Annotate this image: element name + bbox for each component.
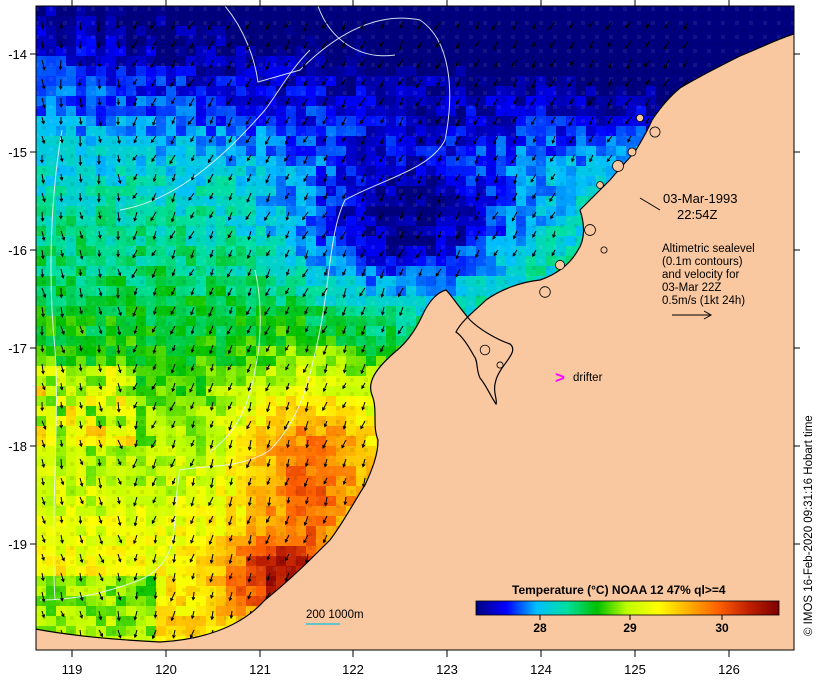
x-tick-label: 120	[155, 662, 177, 677]
depth-scale-label: 200 1000m	[306, 609, 364, 621]
x-tick-label: 119	[62, 662, 83, 677]
x-tick-label: 126	[718, 662, 740, 677]
plot-area	[36, 6, 794, 650]
drifter-marker-icon: >	[555, 368, 565, 387]
time-label: 22:54Z	[677, 207, 718, 222]
x-tick-label: 124	[530, 662, 552, 677]
y-tick-label: -18	[8, 439, 27, 454]
x-tick-label: 123	[436, 662, 458, 677]
colorbar-tick-label: 29	[623, 621, 637, 635]
y-tick-label: -17	[8, 341, 27, 356]
colorbar-title: Temperature (°C) NOAA 12 47% ql>=4	[512, 583, 726, 597]
legend-line: and velocity for	[662, 269, 740, 281]
colorbar-tick-label: 30	[715, 621, 729, 635]
date-label: 03-Mar-1993	[663, 191, 737, 206]
legend-line: (0.1m contours)	[662, 256, 743, 268]
y-tick-label: -16	[8, 243, 27, 258]
colorbar-tick-label: 28	[533, 621, 547, 635]
x-tick-label: 121	[249, 662, 271, 677]
colorbar-gradient	[475, 600, 780, 616]
legend-line: 03-Mar 22Z	[662, 282, 721, 294]
drifter-label: drifter	[573, 372, 603, 384]
legend-line: 0.5m/s (1kt 24h)	[662, 295, 745, 307]
y-tick-label: -19	[8, 537, 27, 552]
legend-line: Altimetric sealevel	[662, 243, 755, 255]
sst-map: 119 120 121 122 123 124 125 126 -14 -15 -16 -17 -18…	[8, 0, 815, 677]
x-tick-label: 125	[624, 662, 646, 677]
y-tick-label: -15	[8, 145, 27, 160]
credit-text: © IMOS 16-Feb-2020 09:31:16 Hobart time	[803, 415, 815, 636]
y-tick-label: -14	[8, 47, 27, 62]
x-tick-label: 122	[342, 662, 364, 677]
